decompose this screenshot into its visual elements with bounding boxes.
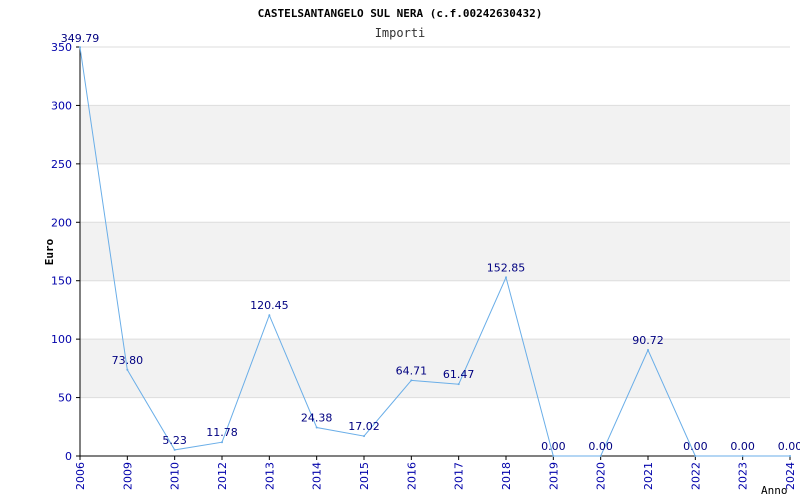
data-point	[505, 276, 507, 279]
data-point	[363, 435, 365, 438]
line-chart: CASTELSANTANGELO SUL NERA (c.f.002426304…	[43, 7, 800, 497]
data-point	[410, 379, 413, 382]
x-tick-label: 2012	[216, 462, 229, 490]
x-tick-label: 2015	[358, 462, 371, 490]
y-tick-label: 200	[51, 216, 72, 229]
x-tick-label: 2022	[689, 462, 702, 490]
data-point	[741, 455, 744, 457]
x-tick-label: 2014	[311, 462, 324, 490]
y-tick-label: 150	[51, 275, 72, 288]
chart-title: CASTELSANTANGELO SUL NERA (c.f.002426304…	[258, 7, 543, 20]
data-label: 0.00	[730, 440, 755, 453]
grid-bands	[80, 105, 790, 398]
data-point	[221, 441, 223, 444]
data-label: 64.71	[396, 364, 428, 377]
grid-band	[80, 105, 790, 164]
data-label: 152.85	[487, 261, 526, 274]
data-label: 0.00	[778, 440, 800, 453]
data-point	[457, 383, 460, 386]
y-tick-label: 250	[51, 158, 72, 171]
chart-subtitle: Importi	[375, 26, 426, 40]
x-tick-label: 2018	[500, 462, 513, 490]
data-point	[268, 314, 271, 317]
data-label: 24.38	[301, 412, 333, 425]
y-tick-label: 50	[58, 392, 72, 405]
y-tick-label: 300	[51, 99, 72, 112]
data-label: 17.02	[348, 420, 380, 433]
data-label: 11.78	[206, 426, 238, 439]
x-tick-label: 2009	[121, 462, 134, 490]
x-tick-label: 2006	[74, 462, 87, 490]
data-label: 349.79	[61, 32, 100, 45]
data-point	[126, 368, 129, 371]
data-point	[599, 455, 602, 457]
y-tick-label: 0	[65, 450, 72, 463]
data-point	[789, 455, 791, 457]
x-tick-label: 2013	[263, 462, 276, 490]
grid-band	[80, 222, 790, 281]
x-axis-label: Anno	[761, 484, 788, 497]
x-tick-label: 2016	[405, 462, 418, 490]
grid-band	[80, 339, 790, 398]
y-axis-label: Euro	[43, 238, 56, 265]
data-point	[79, 46, 81, 49]
data-label: 0.00	[683, 440, 708, 453]
x-tick-label: 2023	[737, 462, 750, 490]
data-label: 120.45	[250, 299, 289, 312]
data-point	[173, 448, 176, 451]
data-point	[315, 426, 318, 429]
x-tick-label: 2021	[642, 462, 655, 490]
x-tick-label: 2019	[547, 462, 560, 490]
data-label: 90.72	[632, 334, 664, 347]
data-label: 61.47	[443, 368, 475, 381]
data-label: 0.00	[588, 440, 613, 453]
data-point	[694, 455, 697, 457]
data-label: 0.00	[541, 440, 566, 453]
y-tick-label: 100	[51, 333, 72, 346]
data-label: 73.80	[112, 354, 144, 367]
x-tick-label: 2017	[453, 462, 466, 490]
data-label: 5.23	[162, 434, 187, 447]
data-point	[647, 348, 649, 351]
x-tick-label: 2020	[595, 462, 608, 490]
data-point	[552, 455, 555, 457]
x-tick-labels: 2006 2009 2010 2012 2013 2014 2015 2016 2017 2018…	[74, 462, 797, 490]
x-tick-label: 2010	[169, 462, 182, 490]
